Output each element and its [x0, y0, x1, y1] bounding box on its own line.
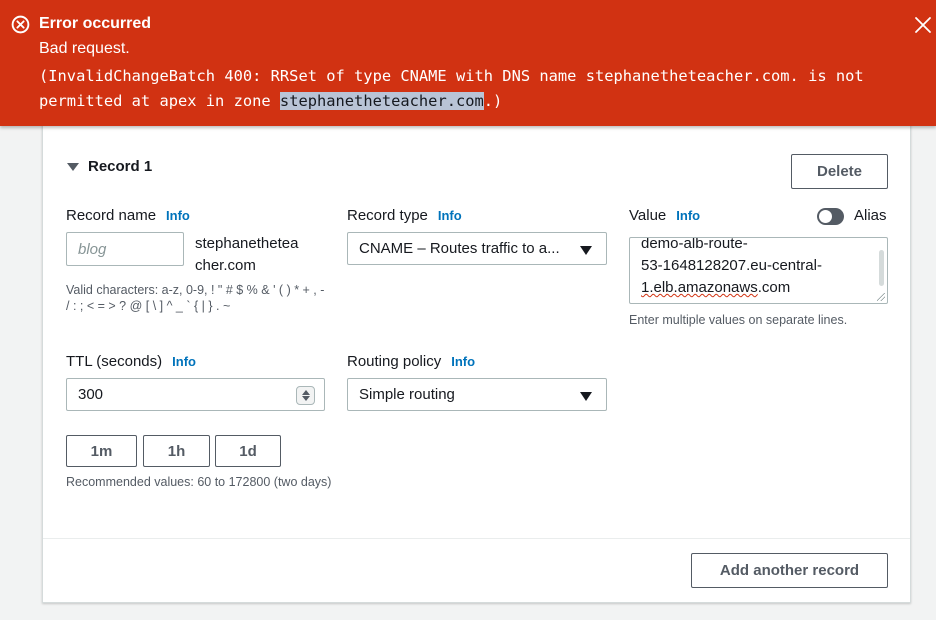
error-message: (InvalidChangeBatch 400: RRSet of type C…: [39, 64, 919, 114]
error-circle-icon: [11, 15, 30, 34]
value-line-3-rest: .com: [757, 279, 791, 296]
record-name-hint: Valid characters: a-z, 0-9, ! " # $ % & …: [66, 283, 325, 313]
error-message-tail: .): [483, 92, 503, 110]
error-title: Error occurred: [39, 15, 152, 32]
add-another-record-button[interactable]: Add another record: [691, 553, 888, 588]
error-message-highlight: stephanetheteacher.com: [279, 92, 484, 110]
ttl-label: TTL (seconds) Info: [66, 353, 196, 370]
routing-policy-info-link[interactable]: Info: [451, 354, 475, 369]
record-type-label: Record type Info: [347, 207, 462, 224]
ttl-label-text: TTL (seconds): [66, 353, 163, 370]
error-subtitle: Bad request.: [39, 40, 130, 57]
value-label: Value Info: [629, 207, 700, 224]
record-toggle[interactable]: Record 1: [67, 158, 152, 175]
record-type-info-link[interactable]: Info: [438, 208, 462, 223]
value-info-link[interactable]: Info: [676, 208, 700, 223]
ttl-preset-1d[interactable]: 1d: [215, 435, 281, 467]
stepper-icon[interactable]: [296, 386, 315, 405]
textarea-scrollbar[interactable]: [879, 250, 884, 286]
record-heading: Record 1: [88, 158, 153, 175]
value-line-3: 1.elb.amazonaws.com: [641, 277, 876, 299]
record-name-label: Record name Info: [66, 207, 190, 224]
record-name-label-text: Record name: [66, 207, 157, 224]
ttl-info-link[interactable]: Info: [172, 354, 196, 369]
record-type-label-text: Record type: [347, 207, 428, 224]
record-name-info-link[interactable]: Info: [166, 208, 190, 223]
ttl-input[interactable]: 300: [66, 378, 325, 411]
domain-suffix: stephanethetea cher.com: [195, 235, 299, 274]
record-type-select[interactable]: CNAME – Routes traffic to a...: [347, 232, 607, 265]
routing-policy-label: Routing policy Info: [347, 353, 475, 370]
toggle-knob: [819, 210, 832, 223]
routing-policy-label-text: Routing policy: [347, 353, 442, 370]
close-icon[interactable]: [912, 14, 934, 36]
record-section: Record 1 Delete Record name Info blog st…: [43, 111, 910, 539]
resize-handle-icon[interactable]: [877, 293, 885, 301]
value-line-2: 53-1648128207.eu-central-: [641, 257, 822, 274]
delete-button[interactable]: Delete: [791, 154, 888, 189]
record-name-placeholder: blog: [78, 240, 107, 258]
record-name-input[interactable]: blog: [66, 232, 184, 266]
routing-policy-select[interactable]: Simple routing: [347, 378, 607, 411]
ttl-preset-1m[interactable]: 1m: [66, 435, 137, 467]
value-label-text: Value: [629, 207, 667, 224]
alias-label: Alias: [854, 207, 887, 224]
routing-policy-value: Simple routing: [359, 386, 455, 403]
value-textarea[interactable]: demo-alb-route- 53-1648128207.eu-central…: [629, 237, 888, 304]
value-line-3-spelled: 1.elb.amazonaws: [641, 279, 758, 296]
record-type-value: CNAME – Routes traffic to a...: [359, 240, 560, 257]
record-card: Record 1 Delete Record name Info blog st…: [42, 110, 911, 603]
ttl-preset-1h[interactable]: 1h: [143, 435, 210, 467]
alias-toggle[interactable]: [817, 208, 844, 225]
ttl-value: 300: [78, 386, 104, 403]
value-hint: Enter multiple values on separate lines.: [629, 313, 848, 327]
caret-down-icon: [67, 162, 79, 171]
caret-down-icon: [580, 392, 592, 401]
ttl-hint: Recommended values: 60 to 172800 (two da…: [66, 475, 332, 489]
caret-down-icon: [580, 246, 592, 255]
error-banner: Error occurred Bad request. (InvalidChan…: [0, 0, 936, 126]
value-line-1: demo-alb-route-: [641, 237, 748, 252]
